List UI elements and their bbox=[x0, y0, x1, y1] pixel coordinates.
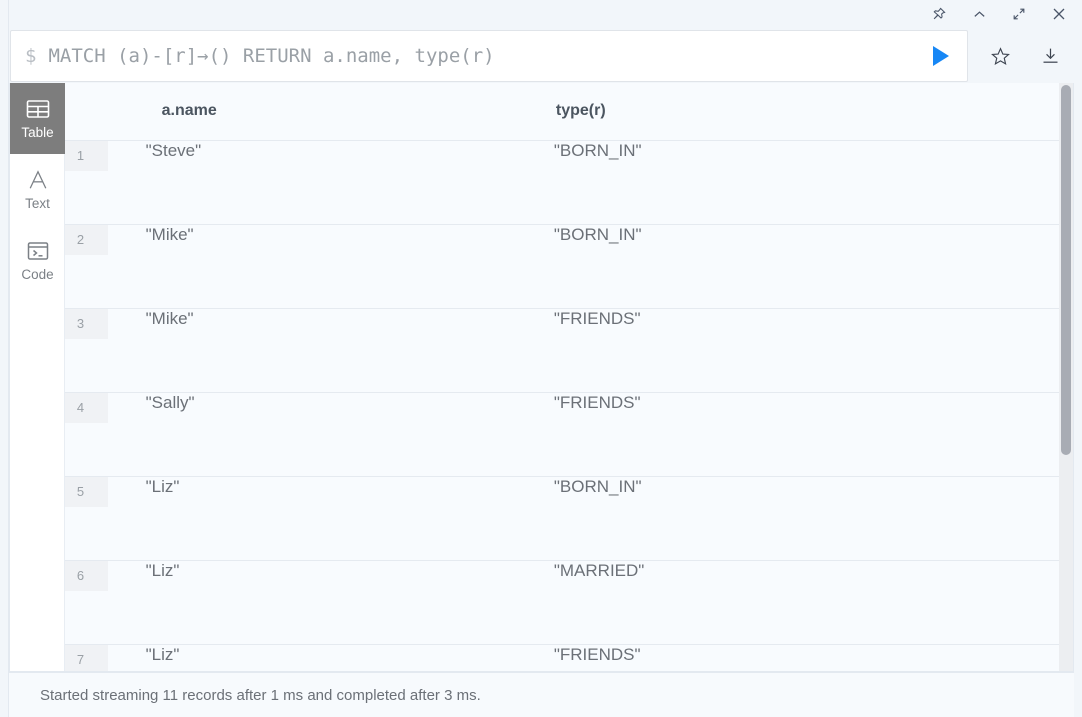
view-switcher: Table Text Code bbox=[10, 83, 65, 671]
cell-type-r: "BORN_IN" bbox=[553, 476, 1073, 561]
cell-type-r: "FRIENDS" bbox=[553, 308, 1073, 393]
view-item-table[interactable]: Table bbox=[10, 83, 65, 154]
download-icon[interactable] bbox=[1025, 30, 1075, 82]
prompt-sigil: $ bbox=[25, 45, 37, 67]
cell-type-r: "FRIENDS" bbox=[553, 644, 1073, 671]
row-number-cell: 6 bbox=[65, 560, 146, 645]
query-result-frame: $ MATCH (a)-[r]→() RETURN a.name, type(r… bbox=[0, 0, 1082, 717]
column-header-type-r[interactable]: type(r) bbox=[553, 83, 1073, 141]
table-body: 1 "Steve" "BORN_IN" 2 "Mike" "BORN_IN" 3 "Mike"… bbox=[65, 140, 1073, 671]
row-number-badge: 3 bbox=[65, 308, 108, 339]
row-number-badge: 6 bbox=[65, 560, 108, 591]
view-item-code[interactable]: Code bbox=[10, 225, 65, 296]
query-input[interactable]: MATCH (a)-[r]→() RETURN a.name, type(r) bbox=[48, 45, 913, 67]
view-item-text-label: Text bbox=[25, 196, 50, 212]
cell-type-r: "FRIENDS" bbox=[553, 392, 1073, 477]
table-row[interactable]: 3 "Mike" "FRIENDS" bbox=[65, 308, 1073, 393]
view-item-table-label: Table bbox=[21, 125, 54, 141]
status-bar: Started streaming 11 records after 1 ms … bbox=[9, 672, 1074, 717]
row-number-cell: 7 bbox=[65, 644, 146, 671]
row-number-cell: 3 bbox=[65, 308, 146, 393]
window-controls bbox=[928, 0, 1070, 28]
cell-type-r: "MARRIED" bbox=[553, 560, 1073, 645]
row-number-badge: 7 bbox=[65, 644, 108, 671]
close-icon[interactable] bbox=[1048, 3, 1070, 25]
table-header: a.name type(r) bbox=[65, 83, 1073, 141]
row-number-cell: 1 bbox=[65, 140, 146, 225]
query-editor[interactable]: $ MATCH (a)-[r]→() RETURN a.name, type(r… bbox=[10, 30, 968, 82]
table-row[interactable]: 2 "Mike" "BORN_IN" bbox=[65, 224, 1073, 309]
cell-type-r: "BORN_IN" bbox=[553, 224, 1073, 309]
row-number-badge: 1 bbox=[65, 140, 108, 171]
table-row[interactable]: 6 "Liz" "MARRIED" bbox=[65, 560, 1073, 645]
table-row[interactable]: 5 "Liz" "BORN_IN" bbox=[65, 476, 1073, 561]
cell-a-name: "Liz" bbox=[145, 644, 554, 671]
code-icon bbox=[25, 239, 51, 263]
status-message: Started streaming 11 records after 1 ms … bbox=[40, 686, 481, 704]
pin-icon[interactable] bbox=[928, 3, 950, 25]
results-table: a.name type(r) 1 "Steve" "BORN_IN" 2 "Mike" "… bbox=[65, 83, 1073, 671]
results-table-scroll[interactable]: a.name type(r) 1 "Steve" "BORN_IN" 2 "Mike" "… bbox=[65, 83, 1073, 671]
table-row[interactable]: 1 "Steve" "BORN_IN" bbox=[65, 140, 1073, 225]
table-row[interactable]: 7 "Liz" "FRIENDS" bbox=[65, 644, 1073, 671]
vertical-scrollbar[interactable] bbox=[1059, 83, 1073, 671]
cell-a-name: "Mike" bbox=[145, 224, 554, 309]
text-icon bbox=[25, 168, 51, 192]
cell-type-r: "BORN_IN" bbox=[553, 140, 1073, 225]
row-number-badge: 4 bbox=[65, 392, 108, 423]
vertical-scrollbar-thumb[interactable] bbox=[1061, 85, 1071, 456]
expand-icon[interactable] bbox=[1008, 3, 1030, 25]
table-header-row: a.name type(r) bbox=[65, 83, 1073, 141]
cell-a-name: "Liz" bbox=[145, 476, 554, 561]
row-number-cell: 2 bbox=[65, 224, 146, 309]
cell-a-name: "Mike" bbox=[145, 308, 554, 393]
chevron-up-icon[interactable] bbox=[968, 3, 990, 25]
column-header-a-name[interactable]: a.name bbox=[145, 83, 554, 141]
result-panel: Table Text Code a.name type(r) 1 "Steve"… bbox=[9, 83, 1074, 672]
query-side-actions bbox=[975, 30, 1075, 82]
table-row[interactable]: 4 "Sally" "FRIENDS" bbox=[65, 392, 1073, 477]
table-icon bbox=[25, 97, 51, 121]
run-query-button[interactable] bbox=[913, 31, 967, 81]
row-number-badge: 2 bbox=[65, 224, 108, 255]
view-item-text[interactable]: Text bbox=[10, 154, 65, 225]
row-number-header bbox=[65, 83, 146, 141]
row-number-badge: 5 bbox=[65, 476, 108, 507]
row-number-cell: 5 bbox=[65, 476, 146, 561]
row-number-cell: 4 bbox=[65, 392, 146, 477]
cell-a-name: "Steve" bbox=[145, 140, 554, 225]
cell-a-name: "Sally" bbox=[145, 392, 554, 477]
view-item-code-label: Code bbox=[21, 267, 54, 283]
cell-a-name: "Liz" bbox=[145, 560, 554, 645]
favorite-star-icon[interactable] bbox=[975, 30, 1025, 82]
